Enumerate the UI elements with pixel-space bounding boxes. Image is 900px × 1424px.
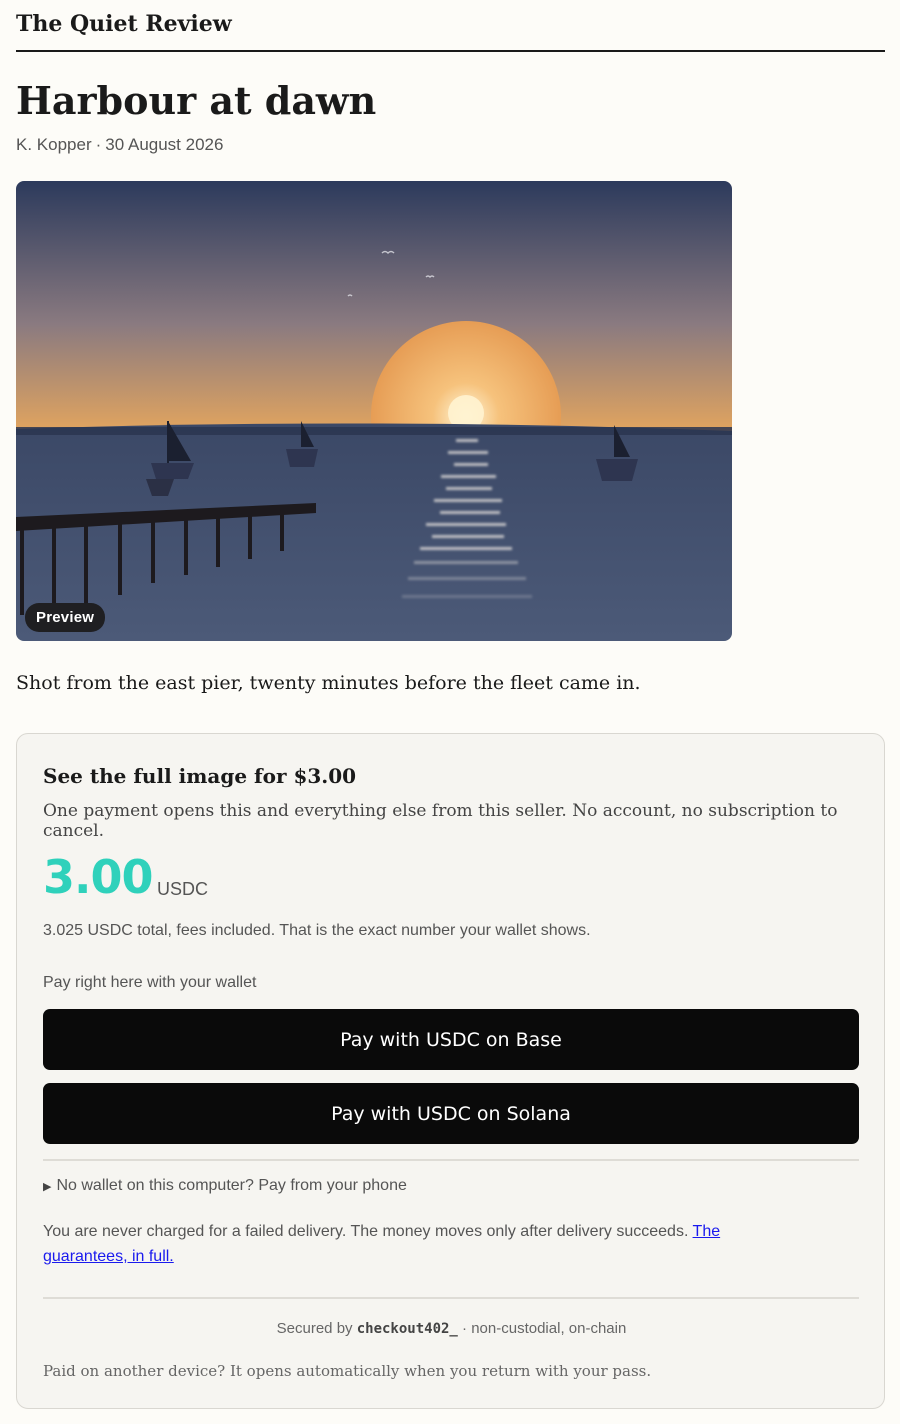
guarantee-note: You are never charged for a failed deliv… <box>43 1219 803 1269</box>
paywall-heading: See the full image for $3.00 <box>43 764 357 788</box>
price-currency: USDC <box>157 879 209 899</box>
article-image: Preview <box>16 181 732 641</box>
publish-date: 30 August 2026 <box>105 135 224 154</box>
byline-separator: · <box>95 135 102 154</box>
total-note: 3.025 USDC total, fees included. That is… <box>43 922 591 939</box>
article-title: Harbour at dawn <box>16 78 377 123</box>
divider <box>43 1159 859 1161</box>
disclosure-triangle-icon: ▶ <box>43 1180 52 1193</box>
image-caption: Shot from the east pier, twenty minutes … <box>16 672 641 694</box>
masthead: The Quiet Review <box>16 0 885 52</box>
preview-badge: Preview <box>25 603 106 632</box>
pay-solana-button[interactable]: Pay with USDC on Solana <box>43 1083 859 1144</box>
pay-base-button[interactable]: Pay with USDC on Base <box>43 1009 859 1070</box>
pay-label: Pay right here with your wallet <box>43 974 257 991</box>
secured-by: Secured by checkout402_ · non-custodial,… <box>17 1320 886 1337</box>
guarantee-text: You are never charged for a failed deliv… <box>43 1223 689 1240</box>
price-amount: 3.00 <box>43 850 153 904</box>
secured-suffix: non-custodial, on-chain <box>471 1320 627 1337</box>
divider <box>43 1297 859 1299</box>
secured-prefix: Secured by <box>276 1320 353 1337</box>
other-device-note: Paid on another device? It opens automat… <box>43 1362 652 1380</box>
secured-separator: · <box>462 1320 468 1337</box>
pay-from-phone-toggle[interactable]: ▶ No wallet on this computer? Pay from y… <box>43 1177 407 1195</box>
harbour-illustration <box>16 181 732 641</box>
checkout-brand: checkout402_ <box>356 1321 458 1337</box>
paywall-description: One payment opens this and everything el… <box>43 801 838 841</box>
pay-from-phone-label: No wallet on this computer? Pay from you… <box>56 1177 407 1194</box>
site-name[interactable]: The Quiet Review <box>16 11 232 37</box>
byline: K. Kopper · 30 August 2026 <box>16 135 223 155</box>
paywall-card: See the full image for $3.00 One payment… <box>16 733 885 1409</box>
author-name: K. Kopper <box>16 135 92 154</box>
